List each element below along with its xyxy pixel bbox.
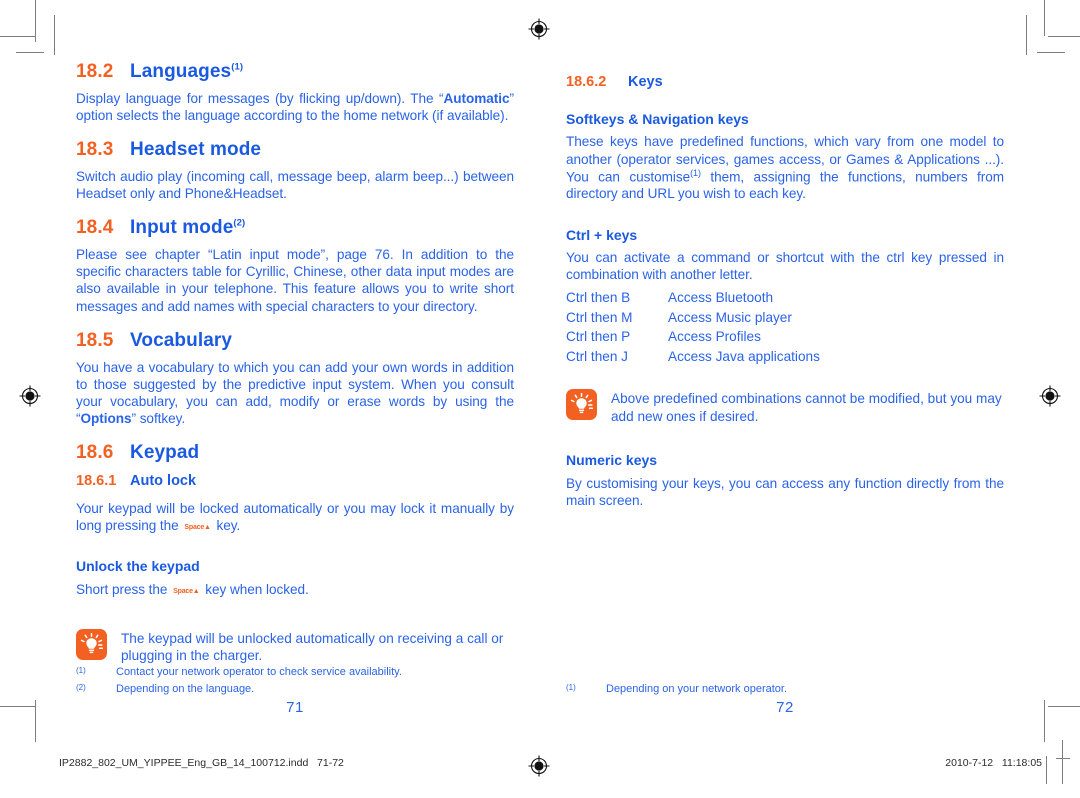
lightbulb-icon (566, 389, 597, 421)
shortcut-action: Access Music player (668, 309, 792, 325)
paragraph-18-4: Please see chapter “Latin input mode”, p… (76, 247, 514, 314)
paragraph-18-2: Display language for messages (by flicki… (76, 90, 514, 124)
shortcut-row: Ctrl then B Access Bluetooth (566, 288, 1004, 308)
footnote-ref: (1) (231, 61, 244, 73)
tip-note-text: Above predefined combinations cannot be … (611, 391, 1002, 425)
footnotes-right: (1) Depending on your network operator. (566, 681, 1004, 698)
tip-note-text: The keypad will be unlocked automaticall… (121, 630, 504, 664)
page-number-left: 71 (286, 699, 304, 716)
paragraph-numeric-keys: By customising your keys, you can access… (566, 475, 1004, 508)
paragraph-auto-lock: Your keypad will be locked automatically… (76, 500, 514, 534)
shortcut-list: Ctrl then B Access Bluetooth Ctrl then M… (566, 288, 1004, 368)
shortcut-row: Ctrl then M Access Music player (566, 308, 1004, 328)
heading-title: Languages (130, 61, 232, 82)
heading-18-6: 18.6 Keypad (76, 442, 514, 464)
shortcut-combo: Ctrl then P (566, 329, 631, 345)
footnote-row: (1) Depending on your network operator. (566, 681, 1004, 698)
heading-number: 18.3 (76, 139, 114, 161)
footnote-mark: (1) (76, 666, 86, 675)
space-key-icon: Space▲ (184, 523, 211, 531)
heading-ctrl-keys: Ctrl + keys (566, 226, 638, 243)
heading-title: Auto lock (130, 472, 197, 489)
page-spread: 18.2 Languages(1) Display language for me… (0, 0, 1080, 740)
shortcut-row: Ctrl then J Access Java applications (566, 347, 1004, 367)
shortcut-combo: Ctrl then M (566, 309, 633, 325)
paragraph-ctrl-keys: You can activate a command or shortcut w… (566, 250, 1004, 283)
heading-18-6-2: 18.6.2 Keys (566, 74, 1004, 91)
slug-timestamp: 2010-7-12 11:18:05 (945, 757, 1042, 769)
footnotes-left: (1) Contact your network operator to che… (76, 664, 514, 698)
footnote-mark: (2) (76, 683, 86, 693)
heading-number: 18.6 (76, 442, 114, 464)
footnote-row: (1) Contact your network operator to che… (76, 664, 514, 681)
shortcut-combo: Ctrl then J (566, 349, 628, 365)
heading-number: 18.6.1 (76, 472, 117, 489)
footnote-mark: (1) (566, 683, 576, 692)
heading-number: 18.2 (76, 61, 114, 82)
heading-title: Input mode (130, 217, 234, 239)
heading-title: Headset mode (130, 139, 262, 161)
shortcut-row: Ctrl then P Access Profiles (566, 327, 1004, 347)
unlock-text-before: Short press the (76, 581, 168, 597)
space-key-icon: Space▲ (173, 587, 200, 595)
footnote-ref: (1) (690, 167, 701, 178)
heading-softkeys: Softkeys & Navigation keys (566, 110, 749, 127)
right-page-column: 18.6.2 Keys Softkeys & Navigation keys Th… (566, 62, 1004, 513)
auto-lock-text-before: Your keypad will be locked automatically… (76, 500, 514, 533)
footnote-text: Depending on your network operator. (606, 683, 788, 695)
paragraph-18-3: Switch audio play (incoming call, messag… (76, 169, 514, 202)
heading-18-6-1: 18.6.1 Auto lock (76, 473, 514, 490)
heading-number: 18.5 (76, 329, 114, 351)
heading-18-5: 18.5 Vocabulary (76, 329, 514, 352)
left-page-column: 18.2 Languages(1) Display language for me… (76, 61, 514, 671)
footnote-row: (2) Depending on the language. (76, 681, 514, 698)
footnote-text: Contact your network operator to check s… (116, 666, 402, 678)
footnote-text: Depending on the language. (116, 683, 255, 696)
page-number-right: 72 (776, 699, 794, 716)
shortcut-action: Access Bluetooth (668, 289, 774, 305)
heading-numeric-keys: Numeric keys (566, 451, 658, 468)
heading-title: Keypad (130, 442, 200, 464)
tip-note-right: Above predefined combinations cannot be … (566, 389, 1004, 425)
heading-title: Vocabulary (130, 329, 233, 351)
heading-18-4: 18.4 Input mode(2) (76, 217, 514, 239)
paragraph-unlock-keypad: Short press the Space▲ key when locked. (76, 581, 514, 598)
lightbulb-icon (76, 628, 107, 660)
slug-filename: IP2882_802_UM_YIPPEE_Eng_GB_14_100712.in… (59, 757, 344, 769)
footnote-ref: (2) (233, 217, 246, 229)
shortcut-action: Access Java applications (668, 349, 820, 365)
auto-lock-text-after: key. (216, 517, 241, 533)
unlock-text-after: key when locked. (205, 581, 309, 597)
heading-18-2: 18.2 Languages(1) (76, 61, 514, 83)
heading-unlock-keypad: Unlock the keypad (76, 557, 200, 574)
heading-title: Keys (628, 74, 663, 90)
paragraph-18-5: You have a vocabulary to which you can a… (76, 359, 514, 426)
heading-number: 18.4 (76, 217, 114, 239)
paragraph-softkeys: These keys have predefined functions, wh… (566, 133, 1004, 202)
printer-slug-bar: IP2882_802_UM_YIPPEE_Eng_GB_14_100712.in… (0, 745, 1080, 798)
tip-note-left: The keypad will be unlocked automaticall… (76, 628, 514, 665)
shortcut-action: Access Profiles (668, 329, 761, 345)
heading-18-3: 18.3 Headset mode (76, 139, 514, 161)
heading-number: 18.6.2 (566, 74, 607, 90)
shortcut-combo: Ctrl then B (566, 289, 631, 305)
